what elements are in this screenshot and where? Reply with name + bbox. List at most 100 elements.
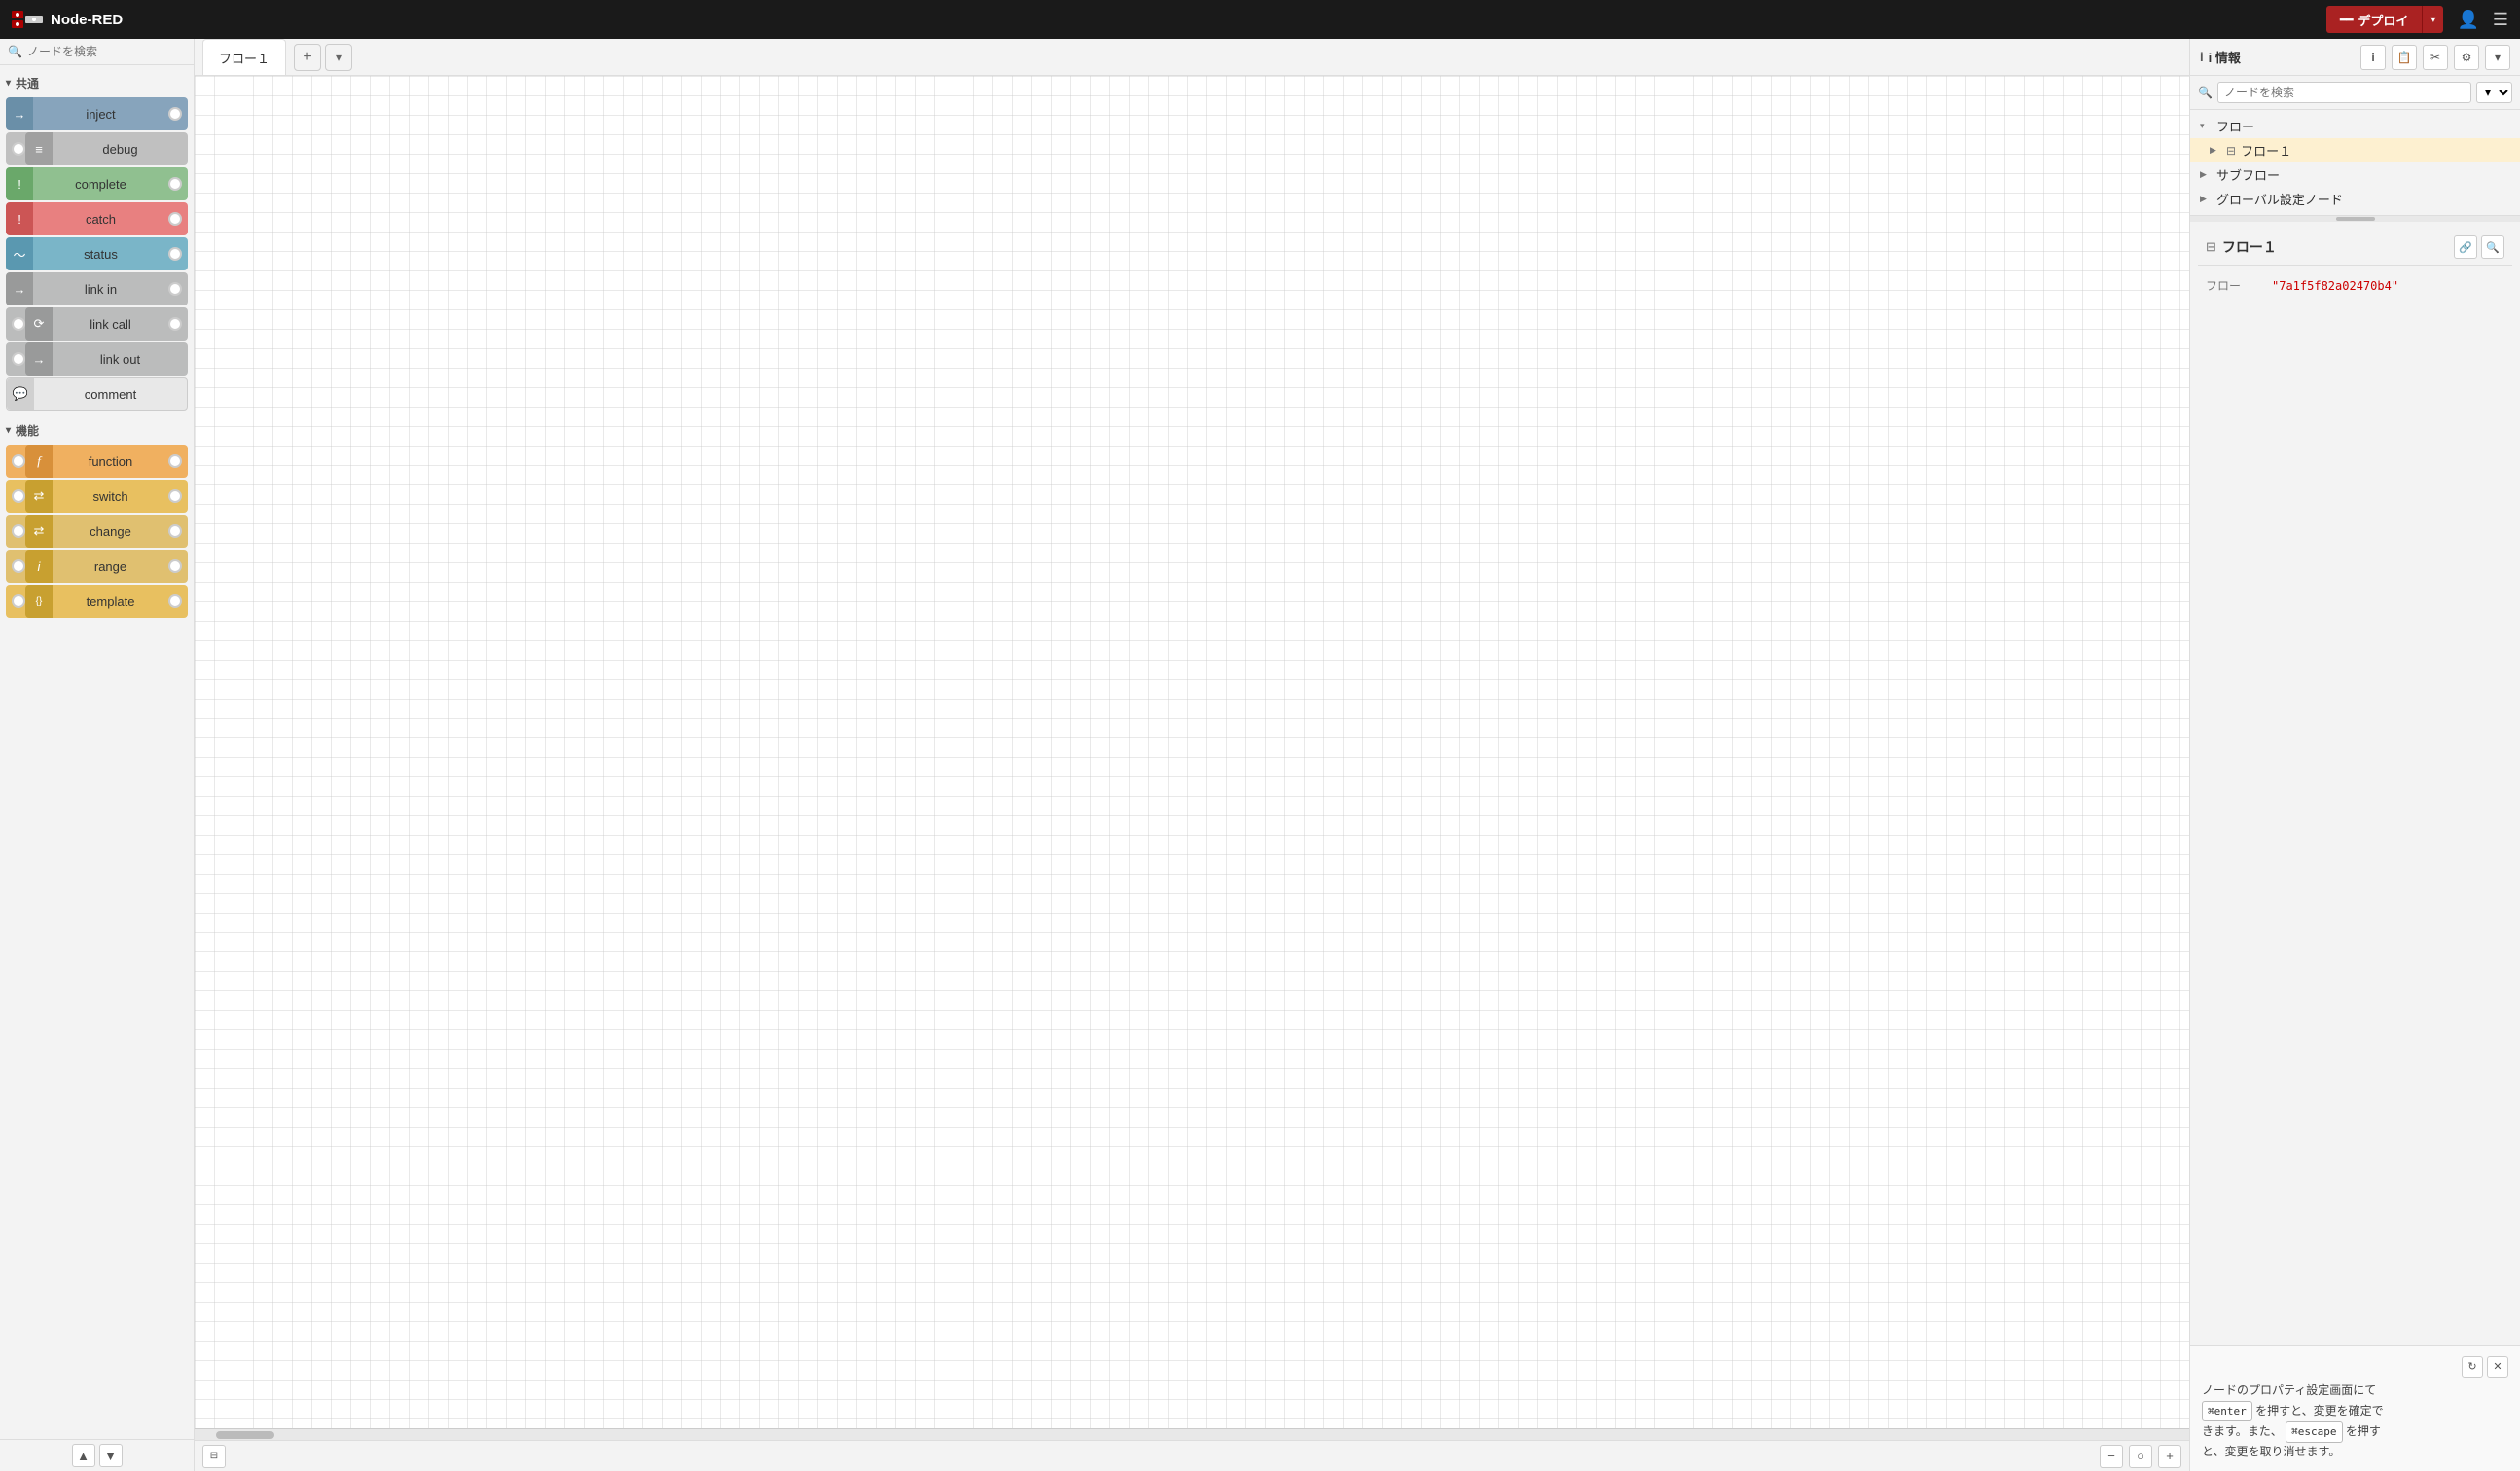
logo bbox=[12, 9, 43, 30]
chevron-down-icon-2: ▾ bbox=[6, 425, 11, 436]
tab-dropdown-button[interactable]: ▾ bbox=[325, 44, 352, 71]
chevron-subflow-icon: ▶ bbox=[2200, 169, 2212, 180]
zoom-out-btn[interactable]: − bbox=[2100, 1445, 2123, 1468]
catch-icon: ! bbox=[6, 202, 33, 235]
node-info-btn[interactable]: ⊟ bbox=[202, 1445, 226, 1468]
change-input-port bbox=[12, 524, 25, 538]
catch-label: catch bbox=[33, 212, 168, 227]
chevron-flow1-icon: ▶ bbox=[2210, 145, 2221, 156]
node-change[interactable]: ⇄ change bbox=[6, 515, 188, 548]
main-layout: 🔍 ▾ 共通 → inject ≡ debug ! complete bbox=[0, 39, 2520, 1471]
flow-search-btn[interactable]: 🔍 bbox=[2481, 235, 2504, 259]
inject-icon: → bbox=[6, 97, 33, 130]
linkcall-icon: ⟳ bbox=[25, 307, 53, 341]
tree-flow-label: フロー bbox=[2216, 117, 2254, 135]
inject-label: inject bbox=[33, 107, 168, 122]
hint-line5: と、変更を取り消せます。 bbox=[2202, 1445, 2340, 1458]
deploy-button[interactable]: ━━ デプロイ ▾ bbox=[2326, 6, 2443, 33]
tree-flow1[interactable]: ▶ ⊟ フロー１ bbox=[2190, 138, 2520, 162]
node-search-input[interactable] bbox=[27, 45, 186, 58]
section-common[interactable]: ▾ 共通 bbox=[4, 71, 190, 95]
zoom-reset-btn[interactable]: ○ bbox=[2129, 1445, 2152, 1468]
scrollbar-thumb-h[interactable] bbox=[216, 1431, 274, 1439]
tree-flow-section[interactable]: ▾ フロー bbox=[2190, 114, 2520, 138]
section-function[interactable]: ▾ 機能 bbox=[4, 418, 190, 443]
canvas-area: フロー１ + ▾ ⊟ − ○ + bbox=[195, 39, 2189, 1471]
deploy-button-label[interactable]: ━━ デプロイ bbox=[2326, 6, 2423, 33]
search-icon-right: 🔍 bbox=[2198, 86, 2213, 99]
info-panel: i i 情報 i 📋 ✂ ⚙ ▾ 🔍 ▾ ▾ フロー ▶ ⊟ フロー１ bbox=[2189, 39, 2520, 1471]
section-common-label: 共通 bbox=[16, 75, 39, 91]
switch-icon: ⇄ bbox=[25, 480, 53, 513]
hint-escape-key: ⌘escape bbox=[2286, 1421, 2342, 1443]
complete-icon: ! bbox=[6, 167, 33, 200]
hint-enter-key: ⌘enter bbox=[2202, 1401, 2252, 1422]
info-tab-dropdown[interactable]: ▾ bbox=[2485, 45, 2510, 70]
info-tab-i[interactable]: i bbox=[2360, 45, 2386, 70]
node-linkcall[interactable]: ⟳ link call bbox=[6, 307, 188, 341]
tree-subflow[interactable]: ▶ サブフロー bbox=[2190, 162, 2520, 187]
change-label: change bbox=[53, 524, 168, 539]
canvas-grid[interactable] bbox=[195, 76, 2189, 1428]
hint-line4: を押す bbox=[2346, 1424, 2381, 1438]
tree-global-config[interactable]: ▶ グローバル設定ノード bbox=[2190, 187, 2520, 211]
flow-tab-1[interactable]: フロー１ bbox=[202, 39, 286, 75]
linkin-icon: → bbox=[6, 272, 33, 305]
scroll-up-btn[interactable]: ▲ bbox=[72, 1444, 95, 1467]
debug-input-port bbox=[12, 142, 25, 156]
canvas-tabs: フロー１ + ▾ bbox=[195, 39, 2189, 76]
node-switch[interactable]: ⇄ switch bbox=[6, 480, 188, 513]
node-catch[interactable]: ! catch bbox=[6, 202, 188, 235]
add-tab-button[interactable]: + bbox=[294, 44, 321, 71]
flow-detail-header: ⊟ フロー１ 🔗 🔍 bbox=[2198, 230, 2512, 266]
node-inject[interactable]: → inject bbox=[6, 97, 188, 130]
nodes-list: ▾ 共通 → inject ≡ debug ! complete ! catch bbox=[0, 65, 194, 1439]
info-panel-title: i i 情報 bbox=[2200, 48, 2355, 66]
node-status[interactable]: 〜 status bbox=[6, 237, 188, 270]
linkout-icon: → bbox=[25, 342, 53, 376]
info-tab-gear[interactable]: ⚙ bbox=[2454, 45, 2479, 70]
debug-icon: ≡ bbox=[25, 132, 53, 165]
node-template[interactable]: {} template bbox=[6, 585, 188, 618]
info-tab-scissors[interactable]: ✂ bbox=[2423, 45, 2448, 70]
hint-refresh-btn[interactable]: ↻ bbox=[2462, 1356, 2483, 1378]
switch-output-port bbox=[168, 489, 182, 503]
node-linkin[interactable]: → link in bbox=[6, 272, 188, 305]
node-comment[interactable]: 💬 comment bbox=[6, 377, 188, 411]
linkcall-output-port bbox=[168, 317, 182, 331]
hint-line2: を押すと、変更を確定で bbox=[2255, 1404, 2384, 1417]
complete-label: complete bbox=[33, 177, 168, 192]
flow-link-btn[interactable]: 🔗 bbox=[2454, 235, 2477, 259]
tree-global-config-label: グローバル設定ノード bbox=[2216, 190, 2343, 208]
deploy-dropdown-arrow[interactable]: ▾ bbox=[2423, 6, 2443, 33]
chevron-right-icon: ▾ bbox=[2200, 121, 2212, 131]
info-icon: i bbox=[2200, 50, 2204, 64]
inject-output-port bbox=[168, 107, 182, 121]
info-tab-book[interactable]: 📋 bbox=[2392, 45, 2417, 70]
tree-subflow-label: サブフロー bbox=[2216, 165, 2280, 184]
info-search-dropdown[interactable]: ▾ bbox=[2476, 82, 2512, 103]
linkin-output-port bbox=[168, 282, 182, 296]
comment-label: comment bbox=[34, 387, 187, 402]
node-linkout[interactable]: → link out bbox=[6, 342, 188, 376]
zoom-in-btn[interactable]: + bbox=[2158, 1445, 2181, 1468]
function-input-port bbox=[12, 454, 25, 468]
node-debug[interactable]: ≡ debug bbox=[6, 132, 188, 165]
topbar: Node-RED ━━ デプロイ ▾ 👤 ☰ bbox=[0, 0, 2520, 39]
range-input-port bbox=[12, 559, 25, 573]
hint-close-btn[interactable]: ✕ bbox=[2487, 1356, 2508, 1378]
section-function-label: 機能 bbox=[16, 422, 39, 439]
info-panel-search: 🔍 ▾ bbox=[2190, 76, 2520, 110]
node-range[interactable]: i range bbox=[6, 550, 188, 583]
menu-icon[interactable]: ☰ bbox=[2493, 10, 2508, 30]
app-title: Node-RED bbox=[51, 12, 123, 28]
canvas-scrollbar-horizontal[interactable] bbox=[195, 1428, 2189, 1440]
user-icon[interactable]: 👤 bbox=[2457, 10, 2478, 30]
node-complete[interactable]: ! complete bbox=[6, 167, 188, 200]
linkout-input-port bbox=[12, 352, 25, 366]
scroll-down-btn[interactable]: ▼ bbox=[99, 1444, 123, 1467]
template-input-port bbox=[12, 594, 25, 608]
info-search-input[interactable] bbox=[2217, 82, 2471, 103]
node-function[interactable]: f function bbox=[6, 445, 188, 478]
flow-detail-flow-icon: ⊟ bbox=[2206, 239, 2216, 255]
